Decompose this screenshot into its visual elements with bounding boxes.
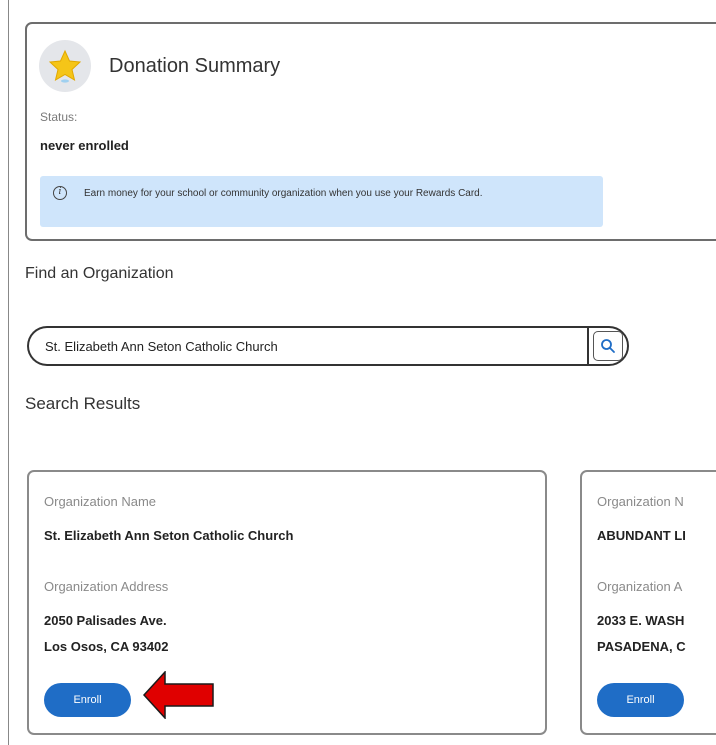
search-icon bbox=[601, 339, 615, 353]
organization-name-label: Organization N bbox=[597, 494, 684, 509]
summary-badge bbox=[39, 40, 91, 92]
status-value: never enrolled bbox=[40, 138, 129, 153]
enroll-button[interactable]: Enroll bbox=[597, 683, 684, 717]
star-icon bbox=[48, 49, 82, 83]
organization-address-line1: 2050 Palisades Ave. bbox=[44, 613, 167, 628]
organization-address-line2: PASADENA, C bbox=[597, 639, 686, 654]
info-icon: i bbox=[53, 186, 67, 200]
enroll-button[interactable]: Enroll bbox=[44, 683, 131, 717]
organization-name-label: Organization Name bbox=[44, 494, 156, 509]
red-arrow-icon bbox=[143, 671, 214, 719]
search-results-heading: Search Results bbox=[25, 394, 141, 413]
organization-name: ABUNDANT LI bbox=[597, 528, 686, 543]
status-label: Status: bbox=[40, 110, 78, 124]
organization-search bbox=[27, 326, 630, 368]
search-button[interactable] bbox=[587, 326, 629, 366]
info-text: Earn money for your school or community … bbox=[84, 188, 483, 199]
organization-address-label: Organization Address bbox=[44, 579, 169, 594]
result-card: Organization N ABUNDANT LI Organization … bbox=[580, 470, 716, 735]
info-banner: i Earn money for your school or communit… bbox=[40, 176, 603, 227]
find-organization-heading: Find an Organization bbox=[25, 265, 174, 282]
search-button-frame bbox=[593, 331, 623, 361]
organization-address-line1: 2033 E. WASH bbox=[597, 613, 685, 628]
organization-search-input[interactable] bbox=[27, 326, 599, 366]
donation-summary-card: Donation Summary Status: never enrolled … bbox=[25, 22, 716, 241]
organization-address-label: Organization A bbox=[597, 579, 683, 594]
result-card: Organization Name St. Elizabeth Ann Seto… bbox=[27, 470, 547, 735]
organization-address-line2: Los Osos, CA 93402 bbox=[44, 639, 169, 654]
donation-summary-title: Donation Summary bbox=[109, 55, 281, 77]
organization-name: St. Elizabeth Ann Seton Catholic Church bbox=[44, 528, 294, 543]
